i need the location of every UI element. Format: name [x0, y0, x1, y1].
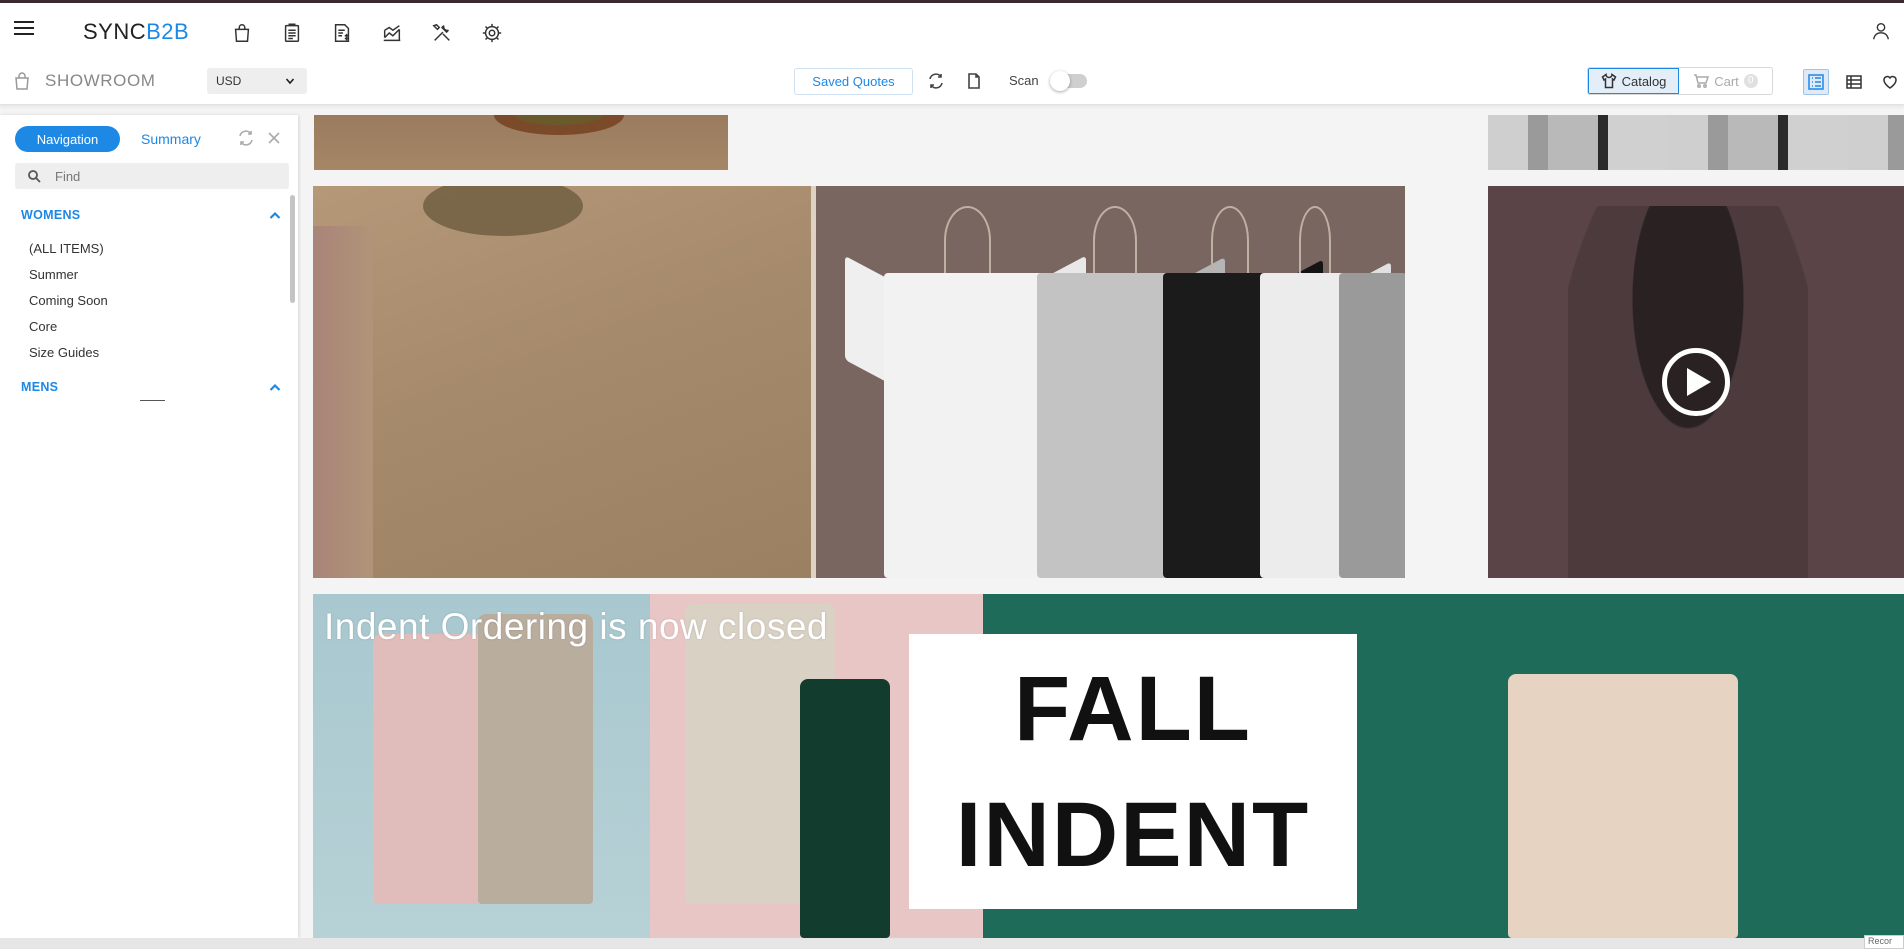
- image-detail: [313, 226, 373, 578]
- video-banner[interactable]: [1488, 186, 1904, 578]
- heart-icon: [1883, 75, 1897, 89]
- cream-cardigan: [1508, 674, 1738, 938]
- search-icon: [28, 170, 41, 183]
- play-button[interactable]: [1662, 348, 1730, 416]
- sidebar-scrollbar[interactable]: [290, 195, 295, 303]
- banner-image-top-left[interactable]: [314, 115, 728, 170]
- cart-icon: [1694, 74, 1710, 88]
- refresh-icon[interactable]: [237, 129, 255, 147]
- logo-text-sync: SYNC: [83, 19, 147, 44]
- clipboard-icon[interactable]: [279, 20, 305, 46]
- tab-navigation[interactable]: Navigation: [15, 126, 120, 152]
- settings-icon[interactable]: [479, 20, 505, 46]
- catalog-label: Catalog: [1621, 73, 1667, 89]
- banner-tshirts-image[interactable]: [313, 186, 1405, 578]
- bag-icon[interactable]: [229, 20, 255, 46]
- image-wall: [313, 186, 811, 578]
- cart-count-badge: 0: [1743, 74, 1758, 88]
- play-icon: [1687, 368, 1711, 396]
- section-header-womens[interactable]: WOMENS: [21, 208, 281, 226]
- chart-icon[interactable]: [379, 20, 405, 46]
- fall-indent-banner[interactable]: FALL INDENT Indent Ordering is now close…: [313, 594, 1904, 938]
- banner-image-top-right[interactable]: [1488, 115, 1904, 170]
- nav-item-coming-soon[interactable]: Coming Soon: [29, 293, 108, 308]
- fall-indent-title-box: FALL INDENT: [909, 634, 1357, 909]
- nav-item-core[interactable]: Core: [29, 319, 57, 334]
- fall-text: FALL: [1014, 657, 1252, 760]
- navigation-sidebar: Navigation Summary WOMENS (ALL ITEMS) Su…: [0, 115, 298, 938]
- top-header: SYNCB2B: [0, 3, 1904, 59]
- top-nav-icons: [229, 20, 505, 46]
- grey-tshirt-back: [1328, 206, 1405, 578]
- showroom-bag-icon: [14, 72, 30, 90]
- favorites-button[interactable]: [1877, 69, 1903, 95]
- saved-quotes-button[interactable]: Saved Quotes: [794, 68, 913, 95]
- nav-item-size-guides[interactable]: Size Guides: [29, 345, 99, 360]
- tab-summary[interactable]: Summary: [141, 131, 201, 147]
- scan-toggle-knob: [1050, 71, 1070, 91]
- list-view-button[interactable]: [1803, 69, 1829, 95]
- knit-dress: [478, 614, 593, 904]
- section-title-womens: WOMENS: [21, 208, 81, 222]
- nav-item-all-items[interactable]: (ALL ITEMS): [29, 241, 104, 256]
- catalog-cart-switch: Catalog Cart 0: [1587, 67, 1773, 95]
- chevron-up-icon[interactable]: [269, 210, 281, 222]
- cart-button[interactable]: Cart 0: [1679, 68, 1772, 94]
- green-dress: [800, 679, 890, 938]
- chevron-up-icon[interactable]: [269, 382, 281, 394]
- nav-item-summer[interactable]: Summer: [29, 267, 78, 282]
- logo-text-b2b: B2B: [146, 19, 190, 44]
- table-view-button[interactable]: [1841, 69, 1867, 95]
- app-logo[interactable]: SYNCB2B: [83, 19, 189, 45]
- currency-value: USD: [216, 74, 242, 88]
- invoice-icon[interactable]: [329, 20, 355, 46]
- hamburger-menu-icon[interactable]: [14, 21, 34, 37]
- find-input[interactable]: [53, 167, 277, 185]
- close-icon[interactable]: [265, 129, 283, 147]
- scan-label: Scan: [1009, 73, 1039, 88]
- table-view-icon: [1846, 75, 1862, 89]
- loading-indicator: [140, 400, 165, 401]
- tools-icon[interactable]: [429, 20, 455, 46]
- showroom-toolbar: SHOWROOM USD Saved Quotes Scan Catalog C…: [0, 59, 1904, 105]
- document-icon[interactable]: [965, 72, 983, 90]
- refresh-icon[interactable]: [927, 72, 945, 90]
- shirt-icon: [1601, 73, 1617, 89]
- image-detail: [423, 186, 583, 236]
- indent-text: INDENT: [955, 783, 1311, 886]
- list-view-icon: [1808, 74, 1824, 90]
- scan-toggle[interactable]: [1050, 71, 1087, 91]
- currency-select[interactable]: USD: [207, 68, 307, 94]
- indent-closed-notice: Indent Ordering is now closed: [324, 606, 828, 647]
- cart-label: Cart: [1714, 73, 1739, 89]
- section-header-mens[interactable]: MENS: [21, 380, 281, 398]
- find-field[interactable]: [15, 163, 289, 189]
- chevron-down-icon: [285, 78, 295, 85]
- catalog-button[interactable]: Catalog: [1588, 68, 1679, 94]
- user-icon[interactable]: [1870, 20, 1894, 44]
- pink-dress: [373, 634, 483, 904]
- showroom-title: SHOWROOM: [45, 71, 156, 90]
- section-title-mens: MENS: [21, 380, 59, 394]
- bottom-scroll-strip: [0, 938, 1904, 949]
- corner-tag[interactable]: Recor: [1864, 935, 1904, 949]
